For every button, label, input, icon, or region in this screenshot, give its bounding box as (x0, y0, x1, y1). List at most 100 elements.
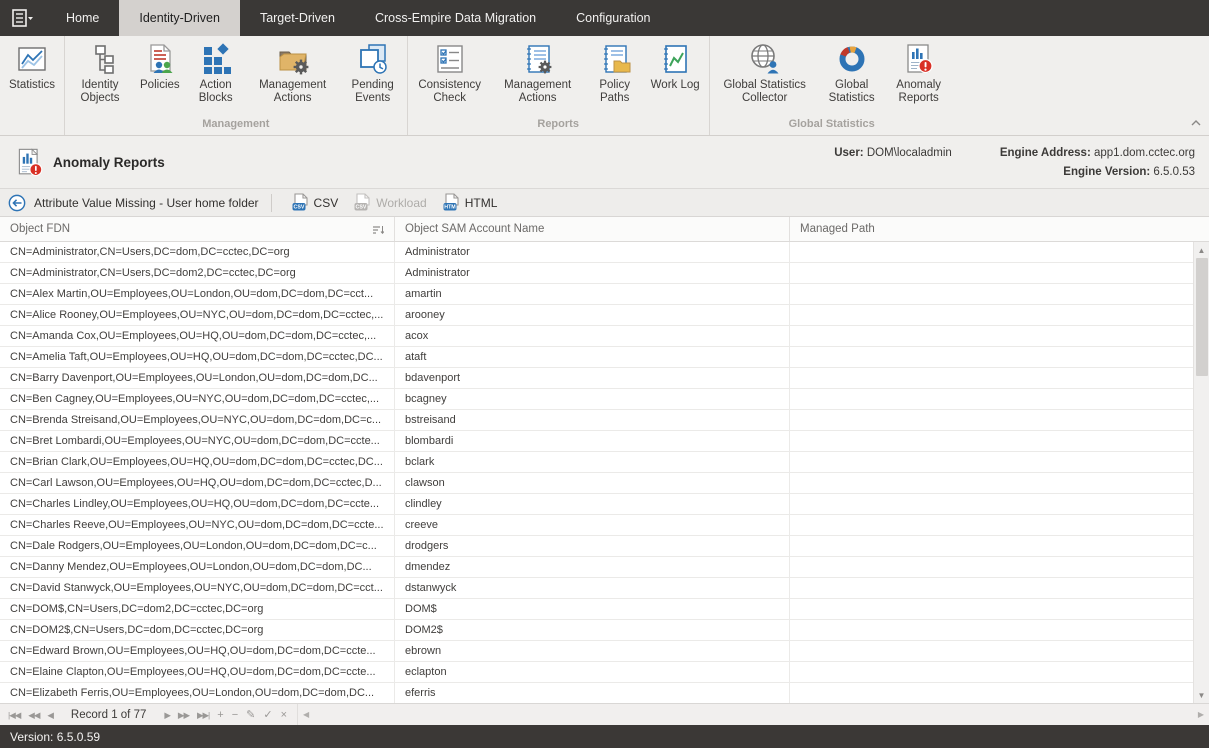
cell-object-sam-account-name[interactable]: Administrator (395, 242, 790, 262)
table-row[interactable]: CN=Danny Mendez,OU=Employees,OU=London,O… (0, 557, 1193, 578)
cell-object-fdn[interactable]: CN=DOM$,CN=Users,DC=dom2,DC=cctec,DC=org (0, 599, 395, 619)
cell-managed-path[interactable] (790, 410, 1193, 430)
management-actions-button[interactable]: Management Actions (245, 41, 341, 105)
table-row[interactable]: CN=Charles Reeve,OU=Employees,OU=NYC,OU=… (0, 515, 1193, 536)
cell-object-sam-account-name[interactable]: Administrator (395, 263, 790, 283)
cell-managed-path[interactable] (790, 599, 1193, 619)
cell-object-fdn[interactable]: CN=Ben Cagney,OU=Employees,OU=NYC,OU=dom… (0, 389, 395, 409)
cancel-edit-button[interactable]: × (277, 709, 291, 721)
cell-managed-path[interactable] (790, 578, 1193, 598)
cell-object-sam-account-name[interactable]: bstreisand (395, 410, 790, 430)
cell-object-fdn[interactable]: CN=Alex Martin,OU=Employees,OU=London,OU… (0, 284, 395, 304)
cell-object-fdn[interactable]: CN=DOM2$,CN=Users,DC=dom,DC=cctec,DC=org (0, 620, 395, 640)
cell-object-sam-account-name[interactable]: DOM$ (395, 599, 790, 619)
table-row[interactable]: CN=Alice Rooney,OU=Employees,OU=NYC,OU=d… (0, 305, 1193, 326)
cell-managed-path[interactable] (790, 368, 1193, 388)
table-row[interactable]: CN=Ben Cagney,OU=Employees,OU=NYC,OU=dom… (0, 389, 1193, 410)
cell-managed-path[interactable] (790, 557, 1193, 577)
cell-object-sam-account-name[interactable]: dmendez (395, 557, 790, 577)
table-row[interactable]: CN=Brian Clark,OU=Employees,OU=HQ,OU=dom… (0, 452, 1193, 473)
policies-button[interactable]: Policies (133, 41, 187, 92)
cell-managed-path[interactable] (790, 263, 1193, 283)
cell-object-fdn[interactable]: CN=Danny Mendez,OU=Employees,OU=London,O… (0, 557, 395, 577)
edit-record-button[interactable]: ✎ (242, 709, 259, 721)
cell-object-sam-account-name[interactable]: clindley (395, 494, 790, 514)
cell-object-sam-account-name[interactable]: ataft (395, 347, 790, 367)
cell-managed-path[interactable] (790, 305, 1193, 325)
statistics-button[interactable]: Statistics (2, 41, 62, 92)
cell-object-sam-account-name[interactable]: arooney (395, 305, 790, 325)
cell-managed-path[interactable] (790, 389, 1193, 409)
global-statistics-collector-button[interactable]: Global Statistics Collector (712, 41, 818, 105)
cell-managed-path[interactable] (790, 662, 1193, 682)
column-header-object-fdn[interactable]: Object FDN (0, 217, 395, 241)
export-html-button[interactable]: HTM HTML (435, 191, 506, 214)
cell-object-fdn[interactable]: CN=Barry Davenport,OU=Employees,OU=Londo… (0, 368, 395, 388)
identity-objects-button[interactable]: Identity Objects (67, 41, 133, 105)
column-header-object-sam-account-name[interactable]: Object SAM Account Name (395, 217, 790, 241)
table-row[interactable]: CN=Carl Lawson,OU=Employees,OU=HQ,OU=dom… (0, 473, 1193, 494)
anomaly-reports-button[interactable]: Anomaly Reports (886, 41, 952, 105)
first-record-button[interactable]: |◀◀ (4, 710, 24, 720)
export-workload-button[interactable]: CSV Workload (346, 191, 434, 214)
cell-object-sam-account-name[interactable]: DOM2$ (395, 620, 790, 640)
pending-events-button[interactable]: Pending Events (341, 41, 405, 105)
cell-object-fdn[interactable]: CN=Elizabeth Ferris,OU=Employees,OU=Lond… (0, 683, 395, 703)
collapse-ribbon-button[interactable] (1191, 113, 1201, 131)
table-row[interactable]: CN=Barry Davenport,OU=Employees,OU=Londo… (0, 368, 1193, 389)
horizontal-scrollbar-track[interactable] (314, 704, 1193, 725)
cell-managed-path[interactable] (790, 326, 1193, 346)
table-row[interactable]: CN=Brenda Streisand,OU=Employees,OU=NYC,… (0, 410, 1193, 431)
table-row[interactable]: CN=Alex Martin,OU=Employees,OU=London,OU… (0, 284, 1193, 305)
prev-record-button[interactable]: ◀ (43, 710, 57, 720)
consistency-check-button[interactable]: Consistency Check (410, 41, 490, 105)
cell-object-sam-account-name[interactable]: clawson (395, 473, 790, 493)
cell-managed-path[interactable] (790, 452, 1193, 472)
cell-object-sam-account-name[interactable]: bdavenport (395, 368, 790, 388)
cell-object-sam-account-name[interactable]: bcagney (395, 389, 790, 409)
cell-object-fdn[interactable]: CN=Edward Brown,OU=Employees,OU=HQ,OU=do… (0, 641, 395, 661)
cell-managed-path[interactable] (790, 515, 1193, 535)
post-edit-button[interactable]: ✓ (259, 709, 276, 721)
last-record-button[interactable]: ▶▶| (193, 710, 213, 720)
cell-object-sam-account-name[interactable]: creeve (395, 515, 790, 535)
app-menu-button[interactable] (0, 0, 46, 36)
cell-object-fdn[interactable]: CN=Carl Lawson,OU=Employees,OU=HQ,OU=dom… (0, 473, 395, 493)
cell-object-fdn[interactable]: CN=Administrator,CN=Users,DC=dom2,DC=cct… (0, 263, 395, 283)
cell-managed-path[interactable] (790, 536, 1193, 556)
tab-configuration[interactable]: Configuration (556, 0, 670, 36)
cell-object-sam-account-name[interactable]: blombardi (395, 431, 790, 451)
table-row[interactable]: CN=Elizabeth Ferris,OU=Employees,OU=Lond… (0, 683, 1193, 703)
scroll-up-icon[interactable]: ▲ (1194, 242, 1209, 258)
table-row[interactable]: CN=Dale Rodgers,OU=Employees,OU=London,O… (0, 536, 1193, 557)
horizontal-scrollbar[interactable]: ◀ ▶ (297, 704, 1209, 725)
table-row[interactable]: CN=Elaine Clapton,OU=Employees,OU=HQ,OU=… (0, 662, 1193, 683)
table-row[interactable]: CN=Edward Brown,OU=Employees,OU=HQ,OU=do… (0, 641, 1193, 662)
cell-managed-path[interactable] (790, 620, 1193, 640)
table-row[interactable]: CN=Amanda Cox,OU=Employees,OU=HQ,OU=dom,… (0, 326, 1193, 347)
cell-object-fdn[interactable]: CN=Bret Lombardi,OU=Employees,OU=NYC,OU=… (0, 431, 395, 451)
action-blocks-button[interactable]: Action Blocks (187, 41, 245, 105)
cell-managed-path[interactable] (790, 494, 1193, 514)
cell-managed-path[interactable] (790, 347, 1193, 367)
cell-object-sam-account-name[interactable]: bclark (395, 452, 790, 472)
delete-record-button[interactable]: − (228, 709, 242, 721)
cell-object-fdn[interactable]: CN=Elaine Clapton,OU=Employees,OU=HQ,OU=… (0, 662, 395, 682)
cell-object-sam-account-name[interactable]: dstanwyck (395, 578, 790, 598)
prev-page-button[interactable]: ◀◀ (24, 710, 43, 720)
cell-object-sam-account-name[interactable]: amartin (395, 284, 790, 304)
table-row[interactable]: CN=DOM$,CN=Users,DC=dom2,DC=cctec,DC=org… (0, 599, 1193, 620)
table-row[interactable]: CN=Amelia Taft,OU=Employees,OU=HQ,OU=dom… (0, 347, 1193, 368)
tab-home[interactable]: Home (46, 0, 119, 36)
cell-managed-path[interactable] (790, 242, 1193, 262)
next-record-button[interactable]: ▶ (160, 710, 174, 720)
export-csv-button[interactable]: CSV CSV (284, 191, 347, 214)
cell-object-sam-account-name[interactable]: eferris (395, 683, 790, 703)
table-row[interactable]: CN=Administrator,CN=Users,DC=dom,DC=ccte… (0, 242, 1193, 263)
work-log-button[interactable]: Work Log (644, 41, 707, 92)
cell-managed-path[interactable] (790, 641, 1193, 661)
scroll-down-icon[interactable]: ▼ (1194, 687, 1209, 703)
tab-identity-driven[interactable]: Identity-Driven (119, 0, 240, 36)
cell-object-fdn[interactable]: CN=Alice Rooney,OU=Employees,OU=NYC,OU=d… (0, 305, 395, 325)
cell-object-sam-account-name[interactable]: ebrown (395, 641, 790, 661)
